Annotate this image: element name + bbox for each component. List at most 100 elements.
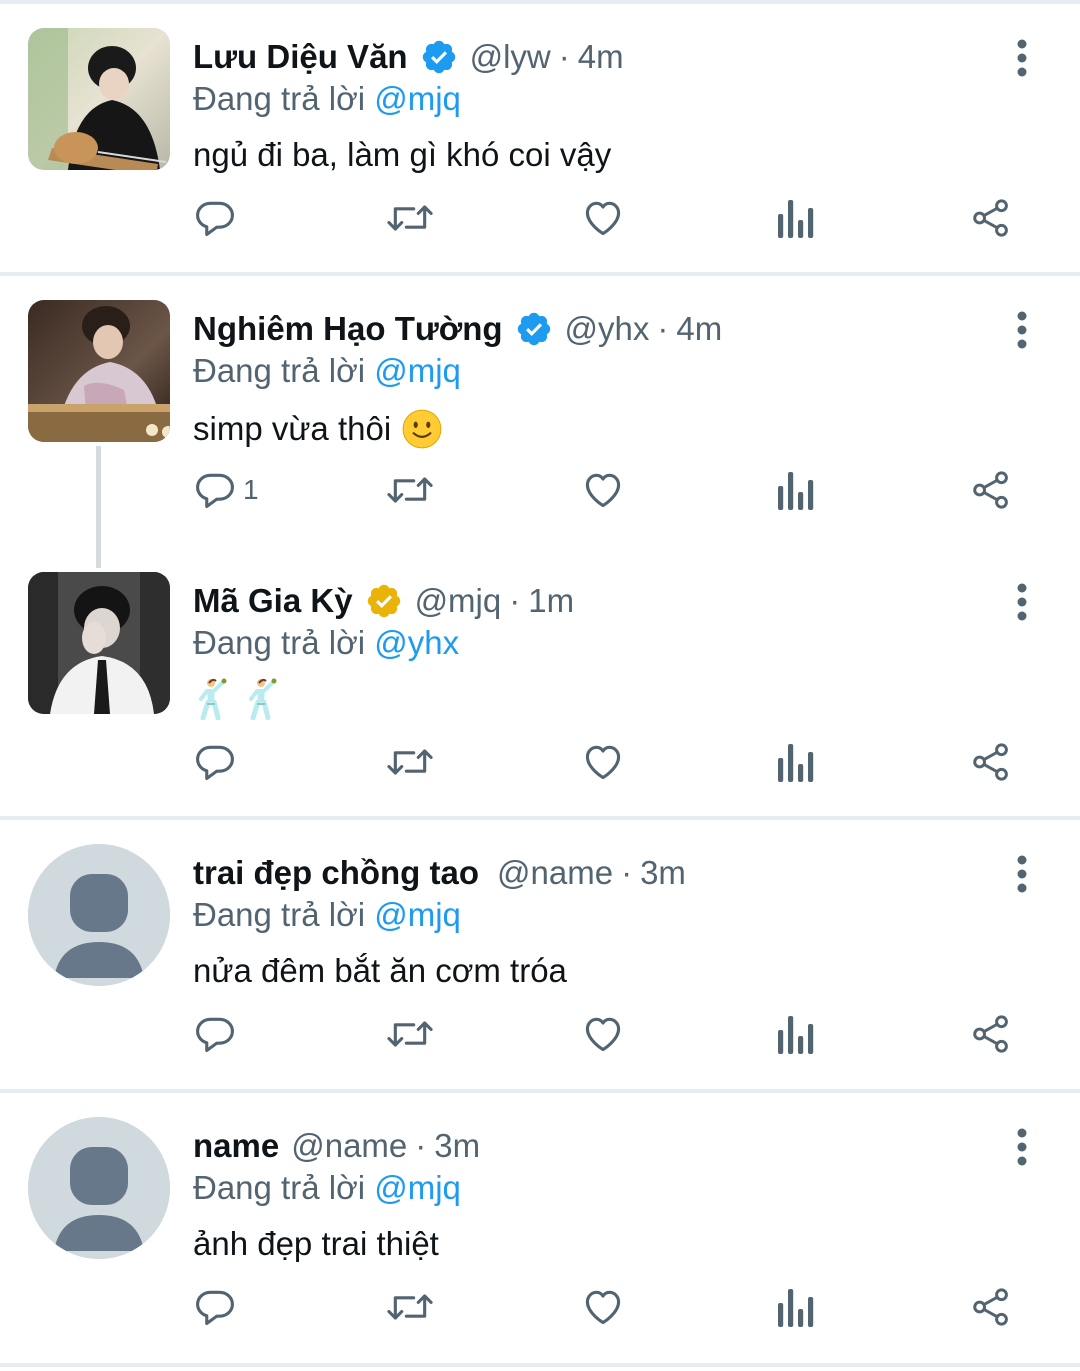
avatar[interactable] — [28, 300, 170, 442]
replying-to: Đang trả lời @mjq — [193, 352, 461, 390]
analytics-icon — [778, 744, 814, 782]
avatar[interactable] — [28, 28, 170, 170]
retweet-button[interactable] — [386, 1010, 434, 1058]
slightly-smiling-face-icon — [401, 408, 443, 450]
user-handle[interactable]: @name — [291, 1127, 407, 1165]
timestamp[interactable]: 1m — [528, 582, 574, 620]
analytics-icon — [778, 1289, 814, 1327]
reply-button[interactable] — [193, 194, 243, 242]
separator-dot: · — [415, 1127, 427, 1164]
default-avatar-icon[interactable] — [28, 1117, 170, 1259]
user-handle[interactable]: @lyw — [470, 38, 551, 76]
reply-tweet[interactable]: trai đẹp chồng tao @name · 3m Đang trả l… — [0, 820, 1080, 1092]
like-button[interactable] — [580, 738, 626, 786]
share-button[interactable] — [970, 738, 1012, 786]
mention-link[interactable]: @mjq — [374, 896, 461, 933]
action-bar — [0, 732, 1080, 792]
reply-tweet[interactable]: Nghiêm Hạo Tường @yhx · 4m Đang trả lời … — [0, 276, 1080, 548]
share-button[interactable] — [970, 466, 1012, 514]
mention-link[interactable]: @mjq — [374, 80, 461, 117]
heart-icon — [585, 201, 621, 236]
retweet-icon — [387, 477, 433, 503]
like-button[interactable] — [580, 1283, 626, 1331]
views-button[interactable] — [776, 1283, 816, 1331]
replying-to: Đang trả lời @mjq — [193, 1169, 461, 1207]
reply-tweet[interactable]: Lưu Diệu Văn @lyw · 4m Đang trả lời @mjq… — [0, 4, 1080, 276]
display-name[interactable]: Lưu Diệu Văn — [193, 38, 408, 76]
display-name[interactable]: trai đẹp chồng tao — [193, 854, 479, 892]
views-button[interactable] — [776, 738, 816, 786]
more-options-icon[interactable] — [1008, 38, 1036, 78]
replying-to-label: Đang trả lời — [193, 896, 366, 933]
reply-button[interactable]: 1 — [193, 466, 259, 514]
timestamp[interactable]: 3m — [640, 854, 686, 892]
default-avatar-icon[interactable] — [28, 844, 170, 986]
user-handle[interactable]: @yhx — [565, 310, 650, 348]
views-button[interactable] — [776, 466, 816, 514]
display-name[interactable]: name — [193, 1127, 279, 1165]
share-icon — [973, 743, 1008, 781]
more-options-icon[interactable] — [1008, 854, 1036, 894]
more-options-icon[interactable] — [1008, 582, 1036, 622]
retweet-button[interactable] — [386, 466, 434, 514]
verified-gold-badge-icon — [365, 582, 403, 620]
views-button[interactable] — [776, 1010, 816, 1058]
timestamp[interactable]: 4m — [676, 310, 722, 348]
tweet-text: ngủ đi ba, làm gì khó coi vậy — [193, 136, 612, 173]
display-name[interactable]: Mã Gia Kỳ — [193, 582, 353, 620]
separator-dot: · — [657, 310, 669, 347]
separator-dot: · — [621, 854, 633, 891]
share-button[interactable] — [970, 194, 1012, 242]
share-button[interactable] — [970, 1010, 1012, 1058]
retweet-button[interactable] — [386, 194, 434, 242]
action-bar — [0, 1277, 1080, 1337]
tweet-text: nửa đêm bắt ăn cơm tróa — [193, 952, 567, 989]
replying-to-label: Đang trả lời — [193, 352, 366, 389]
man-dancing-icon — [243, 678, 277, 728]
tweet-text-content: simp vừa thôi — [193, 410, 392, 447]
tweet-text — [193, 678, 293, 728]
replying-to: Đang trả lời @mjq — [193, 80, 461, 118]
reply-button[interactable] — [193, 738, 243, 786]
analytics-icon — [778, 200, 814, 238]
reply-icon — [196, 1290, 234, 1326]
mention-link[interactable]: @mjq — [374, 1169, 461, 1206]
retweet-icon — [387, 205, 433, 231]
display-name[interactable]: Nghiêm Hạo Tường — [193, 310, 503, 348]
retweet-button[interactable] — [386, 1283, 434, 1331]
reply-icon — [196, 201, 234, 237]
retweet-button[interactable] — [386, 738, 434, 786]
like-button[interactable] — [580, 1010, 626, 1058]
reply-tweet[interactable]: Mã Gia Kỳ @mjq · 1m Đang trả lời @yhx — [0, 548, 1080, 820]
user-handle[interactable]: @mjq — [415, 582, 502, 620]
action-bar: 1 — [0, 460, 1080, 520]
reply-button[interactable] — [193, 1010, 243, 1058]
views-button[interactable] — [776, 194, 816, 242]
analytics-icon — [778, 1016, 814, 1054]
timestamp[interactable]: 4m — [578, 38, 624, 76]
share-icon — [973, 471, 1008, 509]
user-handle[interactable]: @name — [497, 854, 613, 892]
more-options-icon[interactable] — [1008, 310, 1036, 350]
share-icon — [973, 1288, 1008, 1326]
tweet-text: simp vừa thôi — [193, 408, 443, 450]
heart-icon — [585, 745, 621, 780]
heart-icon — [585, 1017, 621, 1052]
tweet-text: ảnh đẹp trai thiệt — [193, 1225, 439, 1262]
reply-count: 1 — [243, 474, 259, 505]
heart-icon — [585, 1290, 621, 1325]
mention-link[interactable]: @mjq — [374, 352, 461, 389]
avatar[interactable] — [28, 572, 170, 714]
share-button[interactable] — [970, 1283, 1012, 1331]
separator-dot: · — [509, 582, 521, 619]
timestamp[interactable]: 3m — [434, 1127, 480, 1165]
like-button[interactable] — [580, 466, 626, 514]
retweet-icon — [387, 1021, 433, 1047]
like-button[interactable] — [580, 194, 626, 242]
replying-to-label: Đang trả lời — [193, 1169, 366, 1206]
replying-to-label: Đang trả lời — [193, 624, 366, 661]
more-options-icon[interactable] — [1008, 1127, 1036, 1167]
reply-button[interactable] — [193, 1283, 243, 1331]
reply-tweet[interactable]: name @name · 3m Đang trả lời @mjq ảnh đẹ… — [0, 1093, 1080, 1365]
mention-link[interactable]: @yhx — [374, 624, 459, 661]
